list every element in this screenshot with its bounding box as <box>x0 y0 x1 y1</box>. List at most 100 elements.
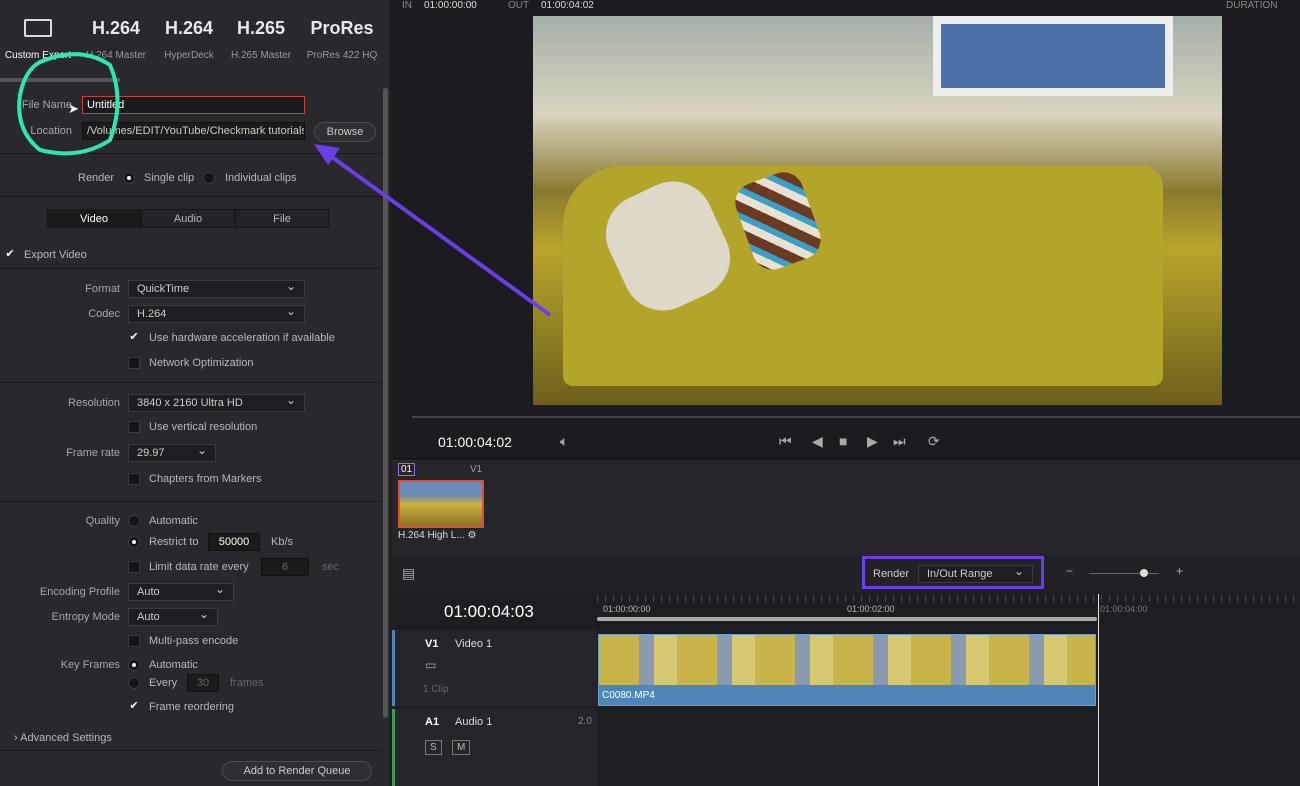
restrict-label: Restrict to <box>149 536 199 548</box>
solo-button[interactable]: S <box>425 740 442 755</box>
skip-forward-icon[interactable]: ⏭︎ <box>893 433 906 450</box>
multipass-checkbox[interactable] <box>128 635 140 647</box>
monitor-icon[interactable]: ▭ <box>425 658 436 672</box>
mute-button[interactable]: M <box>452 740 471 755</box>
kf-automatic-radio[interactable] <box>128 659 140 671</box>
track-id: A1 <box>425 716 440 728</box>
clip-count: 1 Clip <box>423 684 449 695</box>
codec-dropdown[interactable]: H.264 <box>128 304 305 323</box>
mouse-cursor-icon: ➤ <box>68 101 79 116</box>
step-back-icon[interactable]: ◀︎ <box>812 433 823 450</box>
divider <box>0 382 382 383</box>
chapters-checkbox[interactable] <box>128 473 140 485</box>
vertical-res-checkbox[interactable] <box>128 421 140 433</box>
stop-icon[interactable]: ■ <box>839 433 847 449</box>
export-video-label: Export Video <box>24 249 87 261</box>
track-name: Video 1 <box>455 638 493 650</box>
timeline-toolbar: ▤ Render In/Out Range − + <box>392 556 1300 593</box>
playhead[interactable] <box>1098 594 1099 786</box>
limit-rate-input[interactable]: 6 <box>261 558 309 576</box>
zoom-in-icon[interactable]: + <box>1176 564 1183 578</box>
play-icon[interactable]: ▶︎ <box>867 433 878 450</box>
gear-icon: ⚙︎ <box>467 530 477 541</box>
timeline: 01:00:04:03 01:00:00:00 01:00:02:00 01:0… <box>392 594 1300 786</box>
out-label: OUT <box>508 0 530 11</box>
in-timecode: 01:00:00:00 <box>424 0 477 11</box>
divider <box>392 458 1300 459</box>
hw-accel-checkbox[interactable]: ✔ <box>128 332 140 344</box>
clip-track-label: V1 <box>470 464 483 475</box>
codec-label: Codec <box>88 308 120 320</box>
encoding-profile-label: Encoding Profile <box>39 586 120 598</box>
resolution-dropdown[interactable]: 3840 x 2160 Ultra HD <box>128 393 305 412</box>
clips-strip: 01 V1 H.264 High L... ⚙︎ <box>392 460 1300 556</box>
viewer-timecode: 01:00:04:02 <box>438 434 512 450</box>
zoom-slider[interactable] <box>1089 573 1159 574</box>
format-dropdown[interactable]: QuickTime <box>128 279 305 298</box>
video-preview <box>533 16 1222 405</box>
quality-label: Quality <box>85 515 120 527</box>
loop-icon[interactable]: ⟳ <box>928 433 940 450</box>
clip-name: C0080.MP4 <box>602 690 655 701</box>
chapters-label: Chapters from Markers <box>149 473 262 485</box>
quality-automatic-label: Automatic <box>149 515 198 527</box>
limit-rate-checkbox[interactable] <box>128 561 140 573</box>
timeline-timecode: 01:00:04:03 <box>444 602 534 621</box>
timeline-clip-video[interactable]: C0080.MP4 <box>598 634 1096 706</box>
framerate-dropdown[interactable]: 29.97 <box>128 443 216 462</box>
in-label: IN <box>402 0 412 11</box>
track-header-v1: V1 Video 1 ▭ 1 Clip <box>392 630 597 706</box>
sec-label: sec <box>322 561 340 573</box>
framerate-label: Frame rate <box>66 447 120 459</box>
render-settings-panel: Custom Export H.264 H.264 Master H.264 Hyp… <box>0 0 390 786</box>
vertical-res-label: Use vertical resolution <box>149 421 258 433</box>
quality-automatic-radio[interactable] <box>128 515 140 527</box>
advanced-settings-toggle[interactable]: › Advanced Settings <box>14 732 112 744</box>
encoding-profile-dropdown[interactable]: Auto <box>128 582 234 601</box>
format-label: Format <box>85 283 120 295</box>
advanced-settings-label: Advanced Settings <box>20 732 112 744</box>
viewer-header: IN 01:00:00:00 OUT 01:00:04:02 DURATION <box>392 0 1300 14</box>
kf-every-input[interactable]: 30 <box>187 674 219 692</box>
kf-automatic-label: Automatic <box>149 659 198 671</box>
kf-every-radio[interactable] <box>128 677 140 689</box>
clip-name: H.264 High L... ⚙︎ <box>398 530 477 541</box>
frame-reorder-checkbox[interactable]: ✔ <box>128 701 140 713</box>
skip-back-icon[interactable]: ⏮︎ <box>779 433 792 450</box>
add-to-render-queue-button[interactable]: Add to Render Queue <box>222 761 372 781</box>
kbs-label: Kb/s <box>271 536 294 548</box>
network-opt-checkbox[interactable] <box>128 357 140 369</box>
kf-every-label: Every <box>149 677 178 689</box>
restrict-radio[interactable] <box>128 536 140 548</box>
annotation-arrow <box>314 144 552 317</box>
key-frames-label: Key Frames <box>60 659 120 671</box>
tab-audio[interactable]: Audio <box>141 209 235 228</box>
viewer-scrubber[interactable] <box>412 416 1300 418</box>
entropy-mode-dropdown[interactable]: Auto <box>128 607 218 626</box>
divider <box>0 501 382 502</box>
tab-video[interactable]: Video <box>47 209 141 228</box>
ruler-tick-label: 01:00:04:00 <box>1100 604 1148 614</box>
clip-filmstrip <box>599 635 1095 685</box>
preview-window <box>933 16 1173 96</box>
bitrate-input[interactable]: 50000 <box>208 533 260 551</box>
frames-label: frames <box>230 677 264 689</box>
divider <box>0 750 382 751</box>
track-id: V1 <box>425 638 439 650</box>
frame-reorder-label: Frame reordering <box>149 701 234 713</box>
clip-thumbnail[interactable] <box>398 480 484 528</box>
resolution-label: Resolution <box>68 397 120 409</box>
zoom-out-icon[interactable]: − <box>1066 564 1073 578</box>
export-video-checkbox[interactable]: ✔ <box>4 249 16 261</box>
track-name: Audio 1 <box>455 716 493 728</box>
chevron-right-icon: › <box>14 732 18 744</box>
timeline-view-icon[interactable]: ▤ <box>402 565 415 582</box>
hw-accel-label: Use hardware acceleration if available <box>149 332 335 344</box>
multipass-label: Multi-pass encode <box>149 635 239 647</box>
network-opt-label: Network Optimization <box>149 357 254 369</box>
limit-rate-label: Limit data rate every <box>149 561 249 573</box>
zoom-slider-handle[interactable] <box>1140 569 1148 577</box>
in-out-range-bar[interactable] <box>597 617 1097 621</box>
render-range-dropdown[interactable]: In/Out Range <box>918 564 1033 583</box>
volume-icon[interactable]: 🔈︎ <box>560 433 568 450</box>
